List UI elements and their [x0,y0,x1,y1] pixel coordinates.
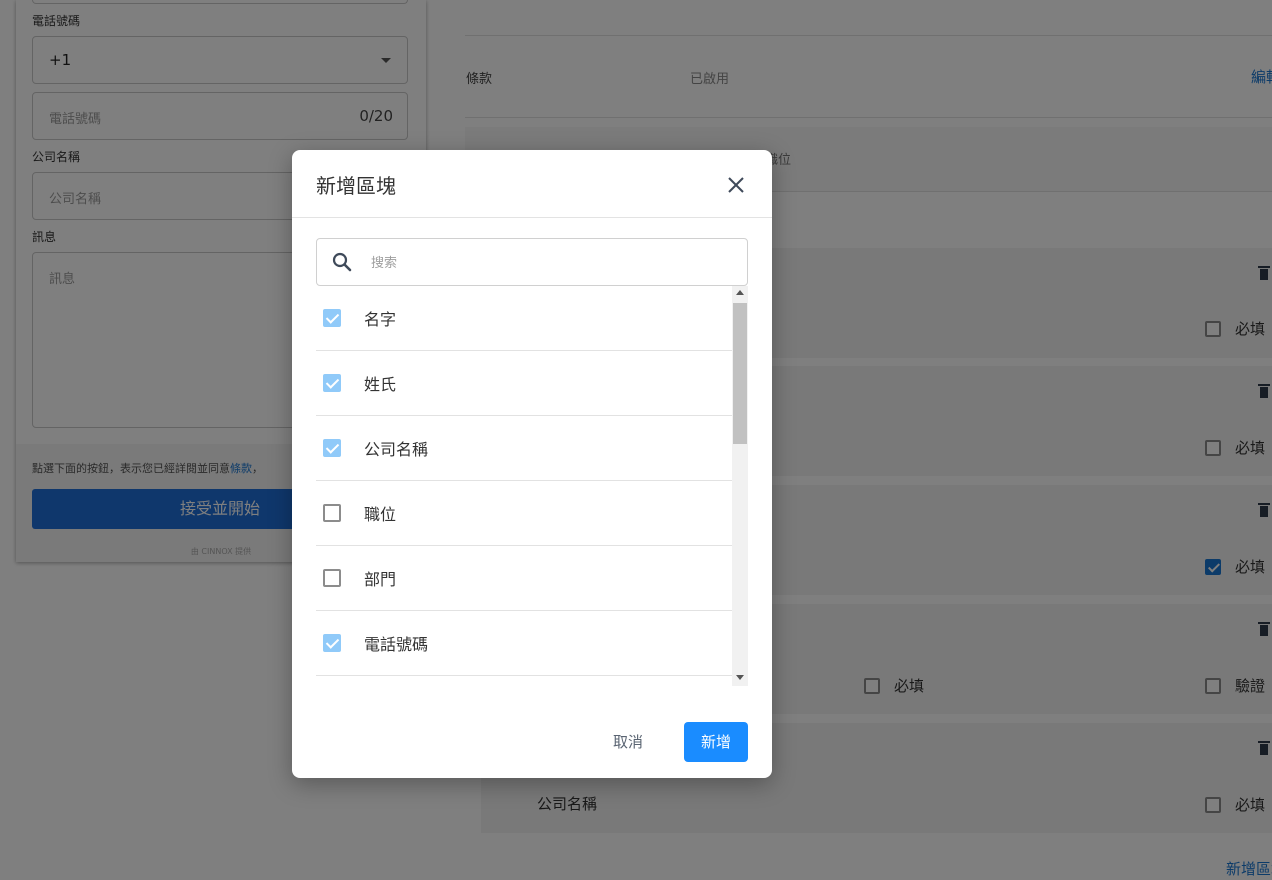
list-scrollbar[interactable] [732,286,748,686]
search-box [316,238,748,286]
list-item[interactable]: 電話號碼 [316,611,732,676]
dialog-divider [292,217,772,218]
dialog-title: 新增區塊 [316,174,396,198]
item-label: 公司名稱 [364,440,429,459]
checkbox-checked[interactable] [323,374,341,392]
search-input[interactable] [369,247,733,279]
field-option-list: 名字 姓氏 公司名稱 職位 部門 電話號碼 [316,286,732,686]
add-button[interactable]: 新增 [684,722,748,762]
checkbox-checked[interactable] [323,309,341,327]
add-block-dialog: 新增區塊 名字 姓氏 公司名稱 職位 部門 [292,150,772,778]
search-icon [332,252,352,272]
item-label: 姓氏 [364,375,397,394]
item-label: 職位 [364,505,397,524]
scroll-down-arrow-icon[interactable] [736,675,744,680]
list-item[interactable]: 職位 [316,481,732,546]
cancel-button[interactable]: 取消 [598,722,658,762]
checkbox-checked[interactable] [323,439,341,457]
checkbox[interactable] [323,569,341,587]
item-label: 部門 [364,570,397,589]
scroll-up-arrow-icon[interactable] [736,290,744,295]
item-label: 電話號碼 [364,635,429,654]
list-item[interactable]: 姓氏 [316,351,732,416]
checkbox-checked[interactable] [323,634,341,652]
checkbox[interactable] [323,504,341,522]
scrollbar-thumb[interactable] [733,303,747,444]
list-item[interactable]: 部門 [316,546,732,611]
list-item[interactable]: 名字 [316,286,732,351]
close-icon[interactable] [725,174,747,196]
item-label: 名字 [364,310,397,329]
list-item[interactable]: 公司名稱 [316,416,732,481]
